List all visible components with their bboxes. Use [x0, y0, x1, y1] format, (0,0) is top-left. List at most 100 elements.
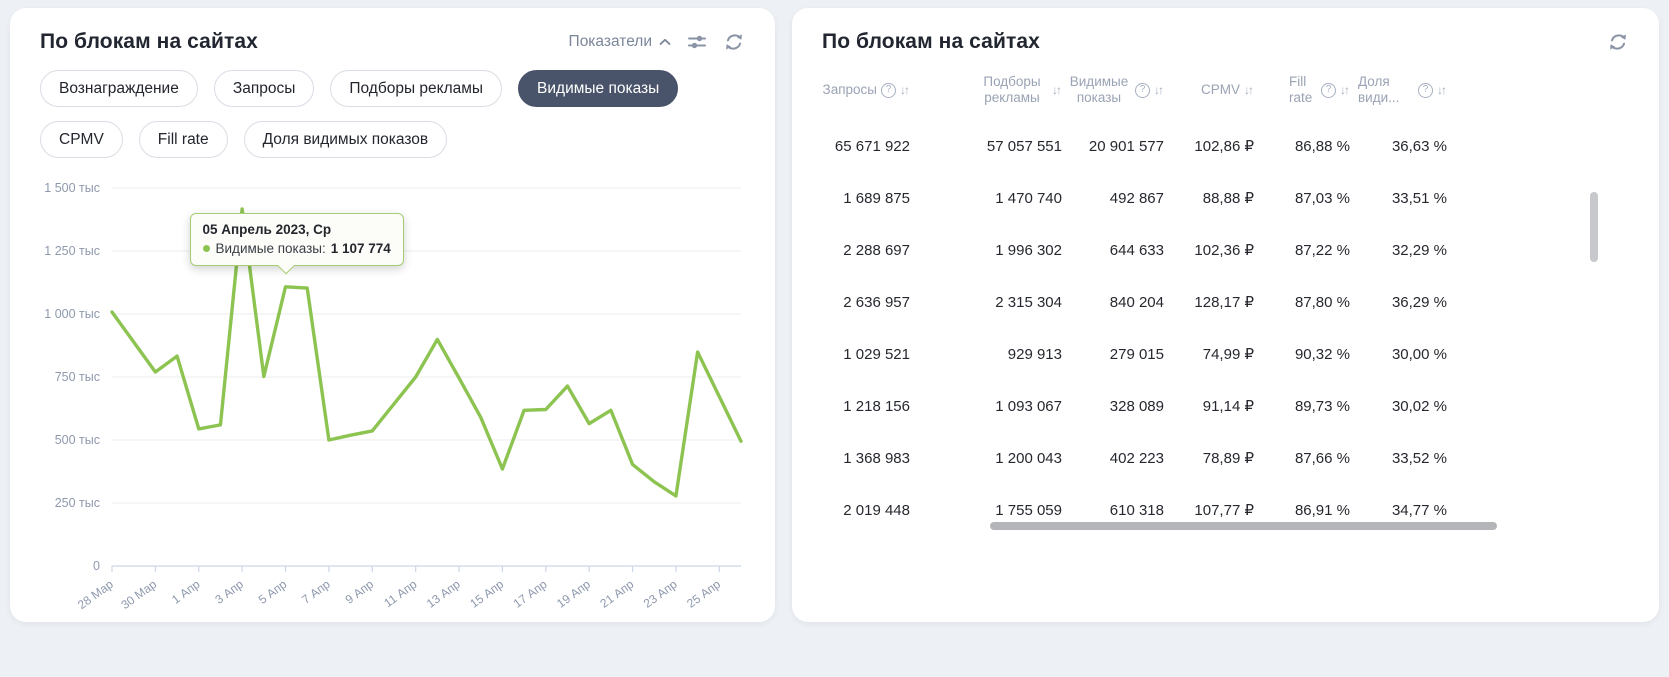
table-cell: 1 218 156: [822, 398, 910, 415]
table-cell: 1 029 521: [822, 346, 910, 363]
table-cell: 88,88 ₽: [1164, 189, 1254, 207]
table-cell: 36,29 %: [1350, 294, 1447, 311]
metric-chip[interactable]: Подборы рекламы: [330, 70, 502, 107]
column-header[interactable]: Видимые показы? ↓↑: [1062, 74, 1164, 106]
table-cell: 1 093 067: [910, 398, 1062, 415]
svg-text:25 Апр: 25 Апр: [684, 577, 723, 611]
table-cell: 644 633: [1062, 242, 1164, 259]
metric-chips: Вознаграждение Запросы Подборы рекламы Види…: [40, 70, 745, 158]
svg-text:1 000 тыс: 1 000 тыс: [44, 307, 100, 321]
table-row: 1 689 8751 470 740492 86788,88 ₽87,03 %3…: [822, 172, 1447, 224]
metric-chip[interactable]: Fill rate: [139, 121, 228, 158]
table-cell: 33,51 %: [1350, 190, 1447, 207]
table-cell: 2 315 304: [910, 294, 1062, 311]
column-label: Доля види...: [1358, 74, 1414, 106]
table-cell: 87,66 %: [1254, 450, 1350, 467]
svg-text:15 Апр: 15 Апр: [467, 577, 506, 611]
help-icon[interactable]: ?: [1135, 83, 1150, 98]
table-cell: 20 901 577: [1062, 138, 1164, 155]
sliders-icon[interactable]: [686, 31, 708, 53]
metric-chip[interactable]: Доля видимых показов: [244, 121, 448, 158]
metric-chip[interactable]: Видимые показы: [518, 70, 678, 107]
svg-text:30 Мар: 30 Мар: [118, 577, 159, 612]
table-cell: 65 671 922: [822, 138, 910, 155]
svg-text:0: 0: [93, 559, 100, 573]
refresh-icon[interactable]: [723, 31, 745, 53]
column-label: Видимые показы: [1067, 74, 1131, 106]
column-label: Fill rate: [1289, 74, 1317, 106]
svg-text:7 Апр: 7 Апр: [299, 577, 333, 607]
table-cell: 610 318: [1062, 502, 1164, 519]
sort-icon[interactable]: ↓↑: [1154, 82, 1164, 98]
table-cell: 929 913: [910, 346, 1062, 363]
table-cell: 328 089: [1062, 398, 1164, 415]
table-cell: 86,91 %: [1254, 502, 1350, 519]
table-cell: 86,88 %: [1254, 138, 1350, 155]
svg-text:9 Апр: 9 Апр: [343, 577, 377, 607]
table-cell: 1 689 875: [822, 190, 910, 207]
table-cell: 30,00 %: [1350, 346, 1447, 363]
sort-icon[interactable]: ↓↑: [900, 82, 910, 98]
svg-text:1 Апр: 1 Апр: [169, 577, 203, 607]
table-cell: 128,17 ₽: [1164, 293, 1254, 311]
table-cell: 2 636 957: [822, 294, 910, 311]
summary-row: 65 671 92257 057 55120 901 577102,86 ₽86…: [822, 120, 1447, 172]
column-header[interactable]: Доля види...? ↓↑: [1350, 74, 1447, 106]
table-cell: 107,77 ₽: [1164, 501, 1254, 519]
sort-icon[interactable]: ↓↑: [1340, 82, 1350, 98]
card-title: По блокам на сайтах: [40, 30, 258, 54]
column-header[interactable]: CPMV↓↑: [1164, 82, 1254, 98]
table-row: 2 288 6971 996 302644 633102,36 ₽87,22 %…: [822, 224, 1447, 276]
table-cell: 57 057 551: [910, 138, 1062, 155]
column-label: CPMV: [1201, 82, 1240, 98]
table-cell: 279 015: [1062, 346, 1164, 363]
column-header[interactable]: Запросы? ↓↑: [822, 82, 910, 98]
table-cell: 1 996 302: [910, 242, 1062, 259]
help-icon[interactable]: ?: [1321, 83, 1336, 98]
metrics-dropdown-toggle[interactable]: Показатели: [569, 33, 671, 51]
svg-text:250 тыс: 250 тыс: [55, 496, 100, 510]
svg-text:28 Мар: 28 Мар: [75, 577, 116, 612]
sort-icon[interactable]: ↓↑: [1244, 82, 1254, 98]
svg-text:500 тыс: 500 тыс: [55, 433, 100, 447]
column-label: Подборы рекламы: [976, 74, 1048, 106]
table-cell: 87,80 %: [1254, 294, 1350, 311]
blocks-table-card: По блокам на сайтах Запросы?↓↑Подборы ре…: [792, 8, 1659, 622]
chevron-up-icon: [659, 38, 671, 46]
table-cell: 492 867: [1062, 190, 1164, 207]
table-cell: 34,77 %: [1350, 502, 1447, 519]
table-cell: 32,29 %: [1350, 242, 1447, 259]
help-icon[interactable]: ?: [881, 83, 896, 98]
table-cell: 30,02 %: [1350, 398, 1447, 415]
svg-text:1 500 тыс: 1 500 тыс: [44, 181, 100, 195]
help-icon[interactable]: ?: [1418, 83, 1433, 98]
table-cell: 102,86 ₽: [1164, 137, 1254, 155]
column-header[interactable]: Подборы рекламы↓↑: [910, 74, 1062, 106]
sort-icon[interactable]: ↓↑: [1437, 82, 1447, 98]
refresh-icon[interactable]: [1607, 31, 1629, 53]
table-cell: 1 368 983: [822, 450, 910, 467]
table-cell: 2 019 448: [822, 502, 910, 519]
line-chart[interactable]: 0250 тыс500 тыс750 тыс1 000 тыс1 250 тыс…: [40, 164, 745, 616]
metrics-toggle-label: Показатели: [569, 33, 652, 51]
horizontal-scrollbar[interactable]: [990, 522, 1497, 530]
column-header[interactable]: Fill rate? ↓↑: [1254, 74, 1350, 106]
left-card-controls: Показатели: [569, 31, 745, 53]
table-body: 65 671 92257 057 55120 901 577102,86 ₽86…: [822, 120, 1629, 536]
table-header: Запросы?↓↑Подборы рекламы↓↑Видимые показ…: [822, 68, 1447, 112]
table-row: 1 029 521929 913279 01574,99 ₽90,32 %30,…: [822, 328, 1447, 380]
table-cell: 36,63 %: [1350, 138, 1447, 155]
table-cell: 91,14 ₽: [1164, 397, 1254, 415]
table-row: 1 218 1561 093 067328 08991,14 ₽89,73 %3…: [822, 380, 1447, 432]
metric-chip[interactable]: Вознаграждение: [40, 70, 198, 107]
chart-area[interactable]: 0250 тыс500 тыс750 тыс1 000 тыс1 250 тыс…: [40, 164, 745, 621]
table-cell: 1 200 043: [910, 450, 1062, 467]
svg-text:1 250 тыс: 1 250 тыс: [44, 244, 100, 258]
metric-chip[interactable]: CPMV: [40, 121, 123, 158]
table-cell: 89,73 %: [1254, 398, 1350, 415]
vertical-scrollbar[interactable]: [1590, 192, 1598, 262]
metric-chip[interactable]: Запросы: [214, 70, 315, 107]
column-label: Запросы: [823, 82, 877, 98]
sort-icon[interactable]: ↓↑: [1052, 82, 1062, 98]
table-cell: 78,89 ₽: [1164, 449, 1254, 467]
